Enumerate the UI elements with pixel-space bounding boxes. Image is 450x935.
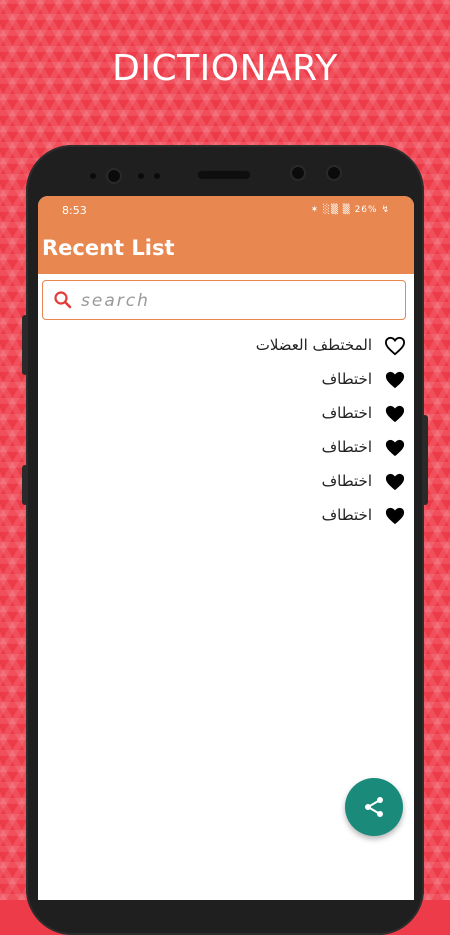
camera-lens — [292, 167, 304, 179]
heart-filled-icon[interactable] — [384, 506, 406, 526]
earpiece-speaker — [198, 171, 250, 179]
list-item[interactable]: المختطف العضلات — [38, 330, 414, 364]
page-title: Recent List — [42, 236, 175, 260]
list-item[interactable]: اختطاف — [38, 364, 414, 398]
app-screen: 8:53 ✶ ░▒ ▒ 26% ↯ Recent List المختطف ال… — [38, 196, 414, 900]
sensor-dot — [154, 173, 160, 179]
share-button[interactable] — [345, 778, 403, 836]
list-item[interactable]: اختطاف — [38, 500, 414, 534]
word-label: اختطاف — [321, 472, 372, 490]
signal-icon: ░▒ — [323, 205, 339, 215]
word-label: اختطاف — [321, 404, 372, 422]
power-button-left — [22, 465, 28, 505]
front-camera — [108, 170, 120, 182]
list-item[interactable]: اختطاف — [38, 432, 414, 466]
promo-title: DICTIONARY — [112, 48, 338, 89]
word-label: اختطاف — [321, 370, 372, 388]
heart-filled-icon[interactable] — [384, 404, 406, 424]
volume-button — [22, 315, 28, 375]
proximity-sensor — [328, 167, 340, 179]
word-label: المختطف العضلات — [255, 336, 372, 354]
status-icons: ✶ ░▒ ▒ 26% ↯ — [311, 205, 390, 215]
status-time: 8:53 — [62, 204, 87, 217]
app-bar: 8:53 ✶ ░▒ ▒ 26% ↯ Recent List — [38, 196, 414, 274]
bluetooth-icon: ✶ — [310, 205, 320, 215]
word-label: اختطاف — [321, 506, 372, 524]
recent-list: المختطف العضلات اختطاف اختطاف اختطاف اخت… — [38, 330, 414, 534]
search-icon — [54, 291, 72, 309]
heart-outline-icon[interactable] — [384, 336, 406, 356]
list-item[interactable]: اختطاف — [38, 466, 414, 500]
sensor-dot — [138, 173, 144, 179]
battery-level: 26% — [354, 205, 378, 215]
word-label: اختطاف — [321, 438, 372, 456]
share-icon — [365, 797, 383, 817]
heart-filled-icon[interactable] — [384, 370, 406, 390]
heart-filled-icon[interactable] — [384, 438, 406, 458]
search-input[interactable] — [79, 287, 403, 315]
sensor-dot — [90, 173, 96, 179]
search-bar[interactable] — [42, 280, 406, 320]
side-button-right — [422, 415, 428, 505]
list-item[interactable]: اختطاف — [38, 398, 414, 432]
heart-filled-icon[interactable] — [384, 472, 406, 492]
charging-icon: ↯ — [381, 205, 390, 215]
wifi-icon: ▒ — [342, 205, 351, 215]
